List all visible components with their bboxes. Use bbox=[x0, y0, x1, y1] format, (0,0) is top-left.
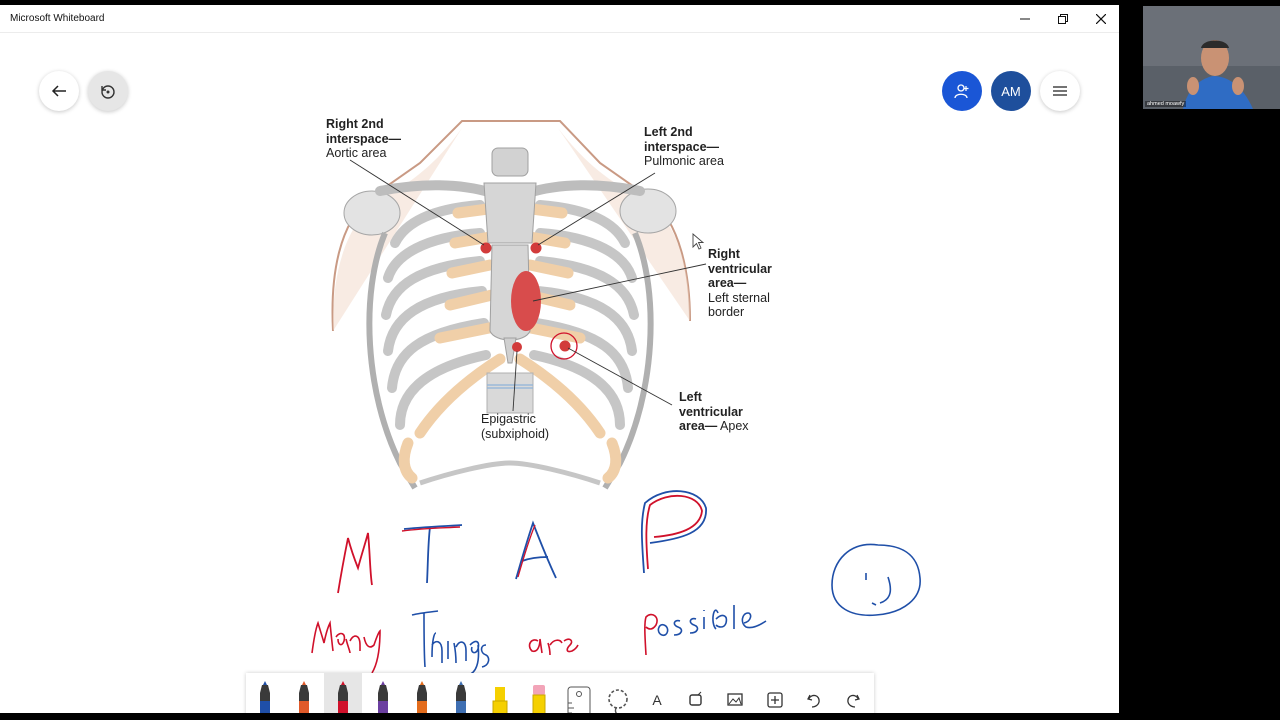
undo-tool-icon bbox=[795, 681, 833, 713]
pen-teal-icon bbox=[442, 681, 480, 713]
restore-button[interactable] bbox=[1044, 5, 1082, 33]
ruler-icon bbox=[560, 681, 598, 713]
label-pulmonic-area: Left 2nd interspace— Pulmonic area bbox=[644, 125, 724, 168]
whiteboard-canvas[interactable]: AM Right 2nd interspace— Aortic area Lef… bbox=[0, 33, 1119, 713]
label-left-ventricular-area: Left ventricular area— Apex bbox=[679, 390, 749, 433]
whiteboard-window: Microsoft Whiteboard AM Right 2nd inters… bbox=[0, 5, 1119, 713]
redo-tool-icon bbox=[834, 681, 872, 713]
title-bar: Microsoft Whiteboard bbox=[0, 5, 1119, 33]
tool-pen-blue[interactable] bbox=[246, 673, 284, 713]
tool-pen-galaxy[interactable] bbox=[364, 673, 402, 713]
insert-tool-icon bbox=[756, 681, 794, 713]
tool-pen-rainbow[interactable] bbox=[285, 673, 323, 713]
presenter-name: ahmed moawfy bbox=[1145, 101, 1187, 107]
presenter-video bbox=[1143, 6, 1280, 109]
pen-blue-icon bbox=[246, 681, 284, 713]
restore-icon bbox=[1058, 14, 1068, 24]
tool-text-tool[interactable]: A bbox=[638, 673, 676, 713]
window-title: Microsoft Whiteboard bbox=[10, 13, 105, 24]
minimize-button[interactable] bbox=[1006, 5, 1044, 33]
mouse-cursor-icon bbox=[692, 233, 705, 250]
image-tool-icon bbox=[716, 681, 754, 713]
close-icon bbox=[1096, 14, 1106, 24]
minimize-icon bbox=[1020, 18, 1030, 20]
shape-tool-icon bbox=[677, 681, 715, 713]
close-button[interactable] bbox=[1082, 5, 1119, 33]
tool-eraser[interactable] bbox=[520, 673, 558, 713]
lasso-icon bbox=[599, 681, 637, 713]
tool-lasso[interactable] bbox=[599, 673, 637, 713]
pen-galaxy-icon bbox=[364, 681, 402, 713]
label-epigastric: Epigastric (subxiphoid) bbox=[481, 412, 550, 441]
tool-pen-orange[interactable] bbox=[403, 673, 441, 713]
tool-redo-tool[interactable] bbox=[834, 673, 872, 713]
tool-highlighter-yellow[interactable] bbox=[481, 673, 519, 713]
pen-rainbow-icon bbox=[285, 681, 323, 713]
svg-text:A: A bbox=[652, 692, 662, 708]
text-tool-icon: A bbox=[638, 681, 676, 713]
highlighter-yellow-icon bbox=[481, 681, 519, 713]
pen-orange-icon bbox=[403, 681, 441, 713]
chest-diagram bbox=[331, 120, 707, 490]
tool-pen-teal[interactable] bbox=[442, 673, 480, 713]
label-aortic-area: Right 2nd interspace— Aortic area bbox=[326, 117, 402, 160]
tool-pen-red[interactable] bbox=[324, 673, 363, 713]
tool-insert-tool[interactable] bbox=[756, 673, 794, 713]
tool-undo-tool[interactable] bbox=[795, 673, 833, 713]
tool-shape-tool[interactable] bbox=[677, 673, 715, 713]
inking-toolbar: A bbox=[246, 673, 874, 713]
eraser-icon bbox=[520, 681, 558, 713]
label-right-ventricular-area: Right ventricular area— Left sternal bord… bbox=[708, 247, 772, 319]
tool-image-tool[interactable] bbox=[716, 673, 754, 713]
pen-red-icon bbox=[324, 681, 362, 713]
tool-ruler[interactable] bbox=[560, 673, 598, 713]
webcam-feed: ahmed moawfy bbox=[1143, 6, 1280, 109]
